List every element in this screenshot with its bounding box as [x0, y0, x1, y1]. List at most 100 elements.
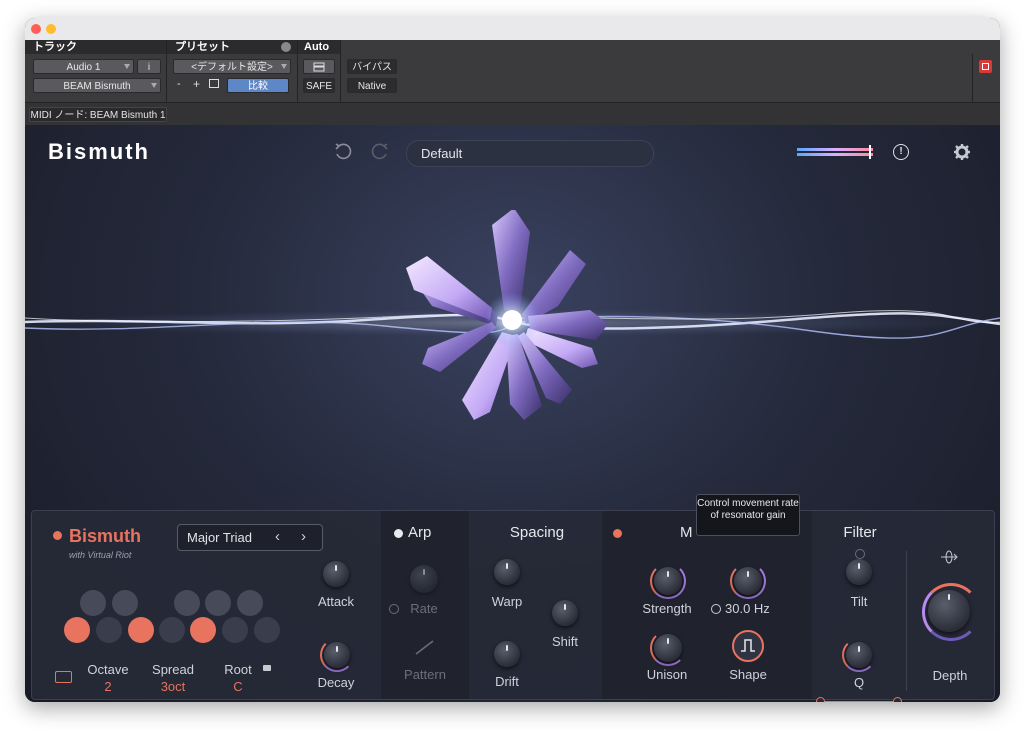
close-window-button[interactable]: [31, 24, 41, 34]
chord-selector[interactable]: Major Triad ‹ ›: [177, 524, 323, 551]
decay-label: Decay: [317, 675, 355, 690]
arp-title: Arp: [408, 524, 432, 541]
attack-label: Attack: [317, 594, 355, 609]
chevron-down-icon: [281, 64, 287, 69]
arp-power-led[interactable]: [394, 529, 403, 538]
record-enable-button[interactable]: [979, 60, 992, 73]
note-key-active[interactable]: [64, 617, 90, 643]
note-key[interactable]: [96, 617, 122, 643]
plugin-window: トラック Audio 1 i BEAM Bismuth プリセット <デフォルト…: [25, 18, 1000, 702]
keyboard-icon[interactable]: [55, 671, 72, 683]
unison-knob[interactable]: [654, 634, 682, 662]
tilt-indicator: [855, 549, 865, 559]
tilt-label: Tilt: [850, 594, 868, 609]
depth-knob[interactable]: [928, 590, 970, 632]
square-wave-icon: [741, 639, 755, 652]
midi-node-label: MIDI ノード: BEAM Bismuth 1: [30, 110, 166, 121]
native-button[interactable]: Native: [347, 78, 397, 93]
strength-knob[interactable]: [654, 567, 682, 595]
chord-prev-icon[interactable]: ‹: [275, 528, 280, 545]
redo-icon[interactable]: [370, 142, 390, 162]
preset-plus-button[interactable]: +: [193, 77, 200, 91]
note-key[interactable]: [174, 590, 200, 616]
copy-icon[interactable]: [209, 79, 219, 88]
note-key[interactable]: [159, 617, 185, 643]
warning-icon[interactable]: !: [893, 144, 909, 160]
depth-divider: [906, 551, 907, 691]
preset-menu-icon[interactable]: [281, 42, 291, 52]
meter-bar-bottom: [797, 153, 873, 156]
note-key[interactable]: [254, 617, 280, 643]
preset-browser-name: Default: [421, 146, 463, 161]
note-key[interactable]: [112, 590, 138, 616]
plugin-logo: Bismuth: [48, 139, 150, 164]
track-info-button[interactable]: i: [137, 59, 161, 74]
meter-bar-top: [797, 148, 873, 151]
compare-button[interactable]: 比較: [227, 78, 289, 93]
preset-header: プリセット: [167, 40, 297, 54]
warp-knob[interactable]: [494, 559, 520, 585]
arp-rate-knob[interactable]: [410, 565, 438, 593]
track-info-label: i: [147, 62, 151, 73]
warp-label: Warp: [491, 594, 523, 609]
note-key[interactable]: [205, 590, 231, 616]
shift-knob[interactable]: [552, 600, 578, 626]
compare-label: 比較: [248, 81, 268, 92]
native-label: Native: [357, 81, 387, 92]
note-key-active[interactable]: [190, 617, 216, 643]
lock-icon[interactable]: [263, 665, 271, 671]
range-handle-right[interactable]: [893, 697, 902, 702]
note-key-active[interactable]: [128, 617, 154, 643]
undo-icon[interactable]: [333, 142, 353, 162]
drift-knob[interactable]: [494, 641, 520, 667]
preset-selector[interactable]: <デフォルト設定>: [173, 59, 291, 74]
safe-button[interactable]: SAFE: [303, 78, 335, 93]
shift-label: Shift: [551, 634, 578, 649]
output-meter[interactable]: [797, 145, 885, 159]
instrument-subtitle: with Virtual Riot: [69, 550, 132, 560]
bypass-section: バイパス Native: [341, 40, 421, 102]
range-handle-left[interactable]: [816, 697, 825, 702]
automation-button[interactable]: [303, 59, 335, 74]
octave-value[interactable]: 2: [84, 679, 132, 694]
depth-label: Depth: [932, 668, 968, 683]
root-value[interactable]: C: [218, 679, 258, 694]
shape-label: Shape: [729, 667, 767, 682]
automation-icon: [313, 62, 325, 72]
octave-label: Octave: [87, 662, 129, 677]
drift-label: Drift: [495, 674, 519, 689]
motion-power-led[interactable]: [613, 529, 622, 538]
pattern-icon[interactable]: [414, 639, 436, 657]
note-key[interactable]: [237, 590, 263, 616]
midi-node-selector[interactable]: MIDI ノード: BEAM Bismuth 1: [29, 107, 167, 122]
decay-knob[interactable]: [324, 642, 350, 668]
track-section: トラック Audio 1 i BEAM Bismuth: [25, 40, 167, 102]
preset-browser[interactable]: Default: [406, 140, 654, 167]
depth-move-icon[interactable]: [939, 549, 959, 565]
attack-knob[interactable]: [323, 561, 349, 587]
spread-value[interactable]: 3oct: [148, 679, 198, 694]
preset-minus-button[interactable]: -: [177, 78, 181, 90]
gear-icon[interactable]: [953, 143, 971, 161]
power-led[interactable]: [53, 531, 62, 540]
motion-rate-knob[interactable]: [734, 567, 762, 595]
q-knob[interactable]: [846, 642, 872, 668]
note-key[interactable]: [80, 590, 106, 616]
filter-range-slider[interactable]: [816, 697, 902, 702]
track-selector[interactable]: Audio 1: [33, 59, 134, 74]
clock-icon[interactable]: [711, 604, 721, 614]
chord-next-icon[interactable]: ›: [301, 528, 306, 545]
bypass-button[interactable]: バイパス: [347, 59, 397, 74]
insert-name: BEAM Bismuth: [63, 81, 131, 92]
arp-rate-label: Rate: [410, 601, 438, 616]
meter-handle[interactable]: [869, 145, 871, 159]
unison-label: Unison: [646, 667, 688, 682]
strength-label: Strength: [642, 601, 692, 616]
note-key[interactable]: [222, 617, 248, 643]
motion-rate-value[interactable]: 30.0 Hz: [725, 601, 770, 616]
tooltip-text: Control movement rate of resonator gain: [697, 498, 799, 521]
insert-selector[interactable]: BEAM Bismuth: [33, 78, 161, 93]
shape-button[interactable]: [732, 630, 764, 662]
tilt-knob[interactable]: [846, 559, 872, 585]
minimize-window-button[interactable]: [46, 24, 56, 34]
